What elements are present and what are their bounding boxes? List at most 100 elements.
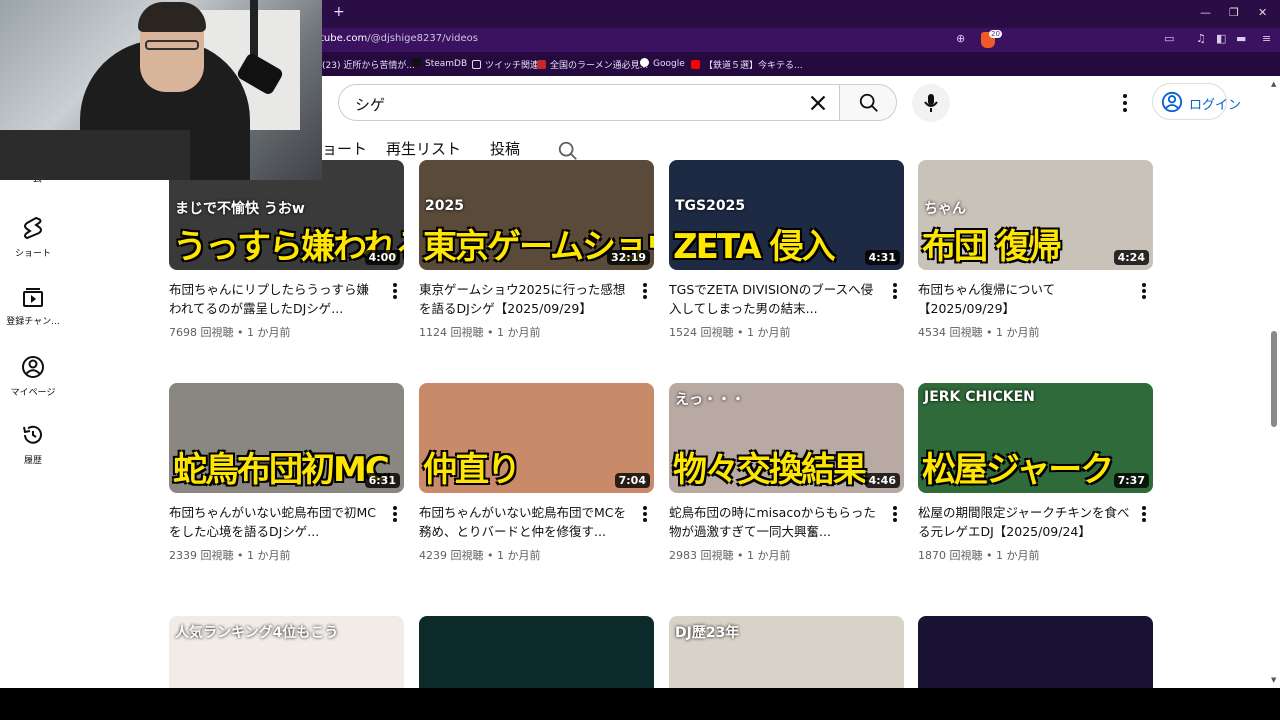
maximize-button[interactable]: ❐ [1229,6,1239,19]
video-card[interactable]: JERK CHICKEN 松屋ジャーク 7:37 松屋の期間限定ジャークチキンを食べる… [918,383,1153,562]
bookmark-item[interactable]: 【鉄道５選】今キテる... [691,58,803,71]
video-meta: 2339 回視聴 • 1 か月前 [169,549,291,562]
video-thumbnail[interactable]: 蛇鳥布団初MC 6:31 [169,383,404,493]
thumbnail-caption: TGS2025 [675,198,746,214]
guide-history[interactable]: 履歴 [0,423,66,466]
video-card[interactable]: 蛇鳥布団初MC 6:31 布団ちゃんがいない蛇鳥布団で初MCをした心境を語るDJシゲ… [169,383,404,562]
channel-search-icon[interactable] [557,140,579,162]
video-duration: 4:46 [864,473,900,488]
video-card[interactable] [918,616,1153,688]
video-thumbnail[interactable]: 仲直り 7:04 [419,383,654,493]
you-icon [22,356,44,378]
video-thumbnail[interactable]: 2025 東京ゲームショウ 32:19 [419,160,654,270]
video-card[interactable]: 人気ランキング4位もこう [169,616,404,688]
video-duration: 32:19 [606,250,650,265]
video-duration: 7:04 [614,473,650,488]
video-title[interactable]: 布団ちゃん復帰について【2025/09/29】 [918,280,1130,318]
video-meta: 4534 回視聴 • 1 か月前 [918,326,1040,339]
video-menu-button[interactable] [1140,505,1148,523]
thumbnail-text: 物々交換結果 [673,450,867,490]
video-menu-button[interactable] [641,282,649,300]
video-card[interactable] [419,616,654,688]
video-meta: 4239 回視聴 • 1 か月前 [419,549,541,562]
menu-icon[interactable]: ≡ [1262,32,1271,45]
video-title[interactable]: 布団ちゃんがいない蛇鳥布団でMCを務め、とりバードと仲を修復す... [419,503,631,541]
tab-shorts[interactable]: ョート [322,138,367,159]
video-thumbnail[interactable]: TGS2025 ZETA 侵入 4:31 [669,160,904,270]
thumbnail-caption: DJ歴23年 [675,625,740,641]
video-thumbnail[interactable]: えっ・・・物々交換結果 4:46 [669,383,904,493]
video-card[interactable]: TGS2025 ZETA 侵入 4:31 TGSでZETA DIVISIONのブースへ… [669,160,904,339]
streamer-glasses [145,40,199,50]
video-thumbnail[interactable]: 人気ランキング4位もこう [169,616,404,688]
video-meta: 7698 回視聴 • 1 か月前 [169,326,291,339]
bookmark-item[interactable]: SteamDB [412,58,467,69]
bookmark-item[interactable]: 全国のラーメン通必見... [537,58,648,71]
shield-count-badge: 20 [989,30,1002,38]
video-menu-button[interactable] [391,505,399,523]
video-card[interactable]: DJ歴23年 [669,616,904,688]
history-icon [23,425,42,444]
video-title[interactable]: TGSでZETA DIVISIONのブースへ侵入してしまった男の結末... [669,280,881,318]
music-icon[interactable]: ♫ [1196,32,1206,45]
sidebar-icon[interactable]: ▭ [1164,32,1174,45]
clear-icon[interactable] [805,90,831,116]
video-card[interactable]: 2025 東京ゲームショウ 32:19 東京ゲームショウ2025に行った感想を語るDJ… [419,160,654,339]
video-card[interactable]: ちゃん 布団 復帰 4:24 布団ちゃん復帰について【2025/09/29】 4534 … [918,160,1153,339]
bookmark-folder[interactable]: ツイッチ関連 [472,58,539,71]
video-duration: 4:24 [1113,250,1149,265]
video-card[interactable]: 仲直り 7:04 布団ちゃんがいない蛇鳥布団でMCを務め、とりバードと仲を修復す..… [419,383,654,562]
bookmark-item[interactable]: Google [640,58,685,69]
video-card[interactable]: まじで不愉快 うおw うっすら嫌われる 4:00 布団ちゃんにリプしたらうっすら嫌われ… [169,160,404,339]
search-query[interactable]: シゲ [355,94,385,115]
guide-you[interactable]: マイページ [0,355,66,398]
thumbnail-text: 蛇鳥布団初MC [173,450,390,490]
guide-shorts[interactable]: ショート [0,216,66,259]
video-thumbnail[interactable] [419,616,654,688]
glasses-icon[interactable]: ▬ [1236,32,1246,45]
video-thumbnail[interactable]: ちゃん 布団 復帰 4:24 [918,160,1153,270]
webcam-overlay [0,0,322,180]
thumbnail-caption: えっ・・・ [675,392,745,408]
scroll-up-arrow[interactable]: ▲ [1271,80,1276,88]
login-button[interactable]: ログイン [1152,83,1241,120]
split-view-icon[interactable]: ◧ [1216,32,1226,45]
zoom-icon[interactable]: ⊕ [956,32,965,45]
scroll-down-arrow[interactable]: ▼ [1271,676,1276,684]
url-text[interactable]: tube.com/@djshige8237/videos [320,33,478,44]
tab-posts[interactable]: 投稿 [490,138,520,159]
mic-icon [924,94,938,112]
video-thumbnail[interactable] [918,616,1153,688]
video-menu-button[interactable] [891,282,899,300]
video-menu-button[interactable] [641,505,649,523]
thumbnail-caption: 人気ランキング4位もこう [175,625,339,641]
video-title[interactable]: 松屋の期間限定ジャークチキンを食べる元レゲエDJ【2025/09/24】 [918,503,1130,541]
video-thumbnail[interactable]: DJ歴23年 [669,616,904,688]
video-title[interactable]: 布団ちゃんにリプしたらうっすら嫌われてるのが露呈したDJシゲ... [169,280,381,318]
thumbnail-text: 仲直り [423,450,521,490]
settings-menu-button[interactable] [1116,92,1134,114]
video-thumbnail[interactable]: JERK CHICKEN 松屋ジャーク 7:37 [918,383,1153,493]
new-tab-button[interactable]: + [333,4,345,20]
video-menu-button[interactable] [1140,282,1148,300]
account-icon [1161,91,1183,113]
search-button[interactable] [839,84,897,121]
video-menu-button[interactable] [891,505,899,523]
tab-playlists[interactable]: 再生リスト [386,138,461,159]
voice-search-button[interactable] [912,84,950,122]
video-menu-button[interactable] [391,282,399,300]
bookmark-item[interactable]: (23) 近所から苦情が... [322,58,415,71]
video-title[interactable]: 東京ゲームショウ2025に行った感想を語るDJシゲ【2025/09/29】 [419,280,631,318]
video-title[interactable]: 蛇鳥布団の時にmisacoからもらった物が過激すぎて一同大興奮... [669,503,881,541]
close-window-button[interactable]: ✕ [1258,6,1267,19]
guide-subscriptions[interactable]: 登録チャン... [0,286,66,327]
video-title[interactable]: 布団ちゃんがいない蛇鳥布団で初MCをした心境を語るDJシゲ... [169,503,381,541]
minimize-button[interactable]: — [1200,6,1211,19]
thumbnail-text: 布団 復帰 [922,227,1062,267]
search-input[interactable]: シゲ [338,84,840,121]
video-duration: 4:31 [864,250,900,265]
video-card[interactable]: えっ・・・物々交換結果 4:46 蛇鳥布団の時にmisacoからもらった物が過激すぎ… [669,383,904,562]
thumbnail-text: 松屋ジャーク [922,450,1114,490]
scrollbar-thumb[interactable] [1271,331,1277,427]
video-duration: 4:00 [364,250,400,265]
